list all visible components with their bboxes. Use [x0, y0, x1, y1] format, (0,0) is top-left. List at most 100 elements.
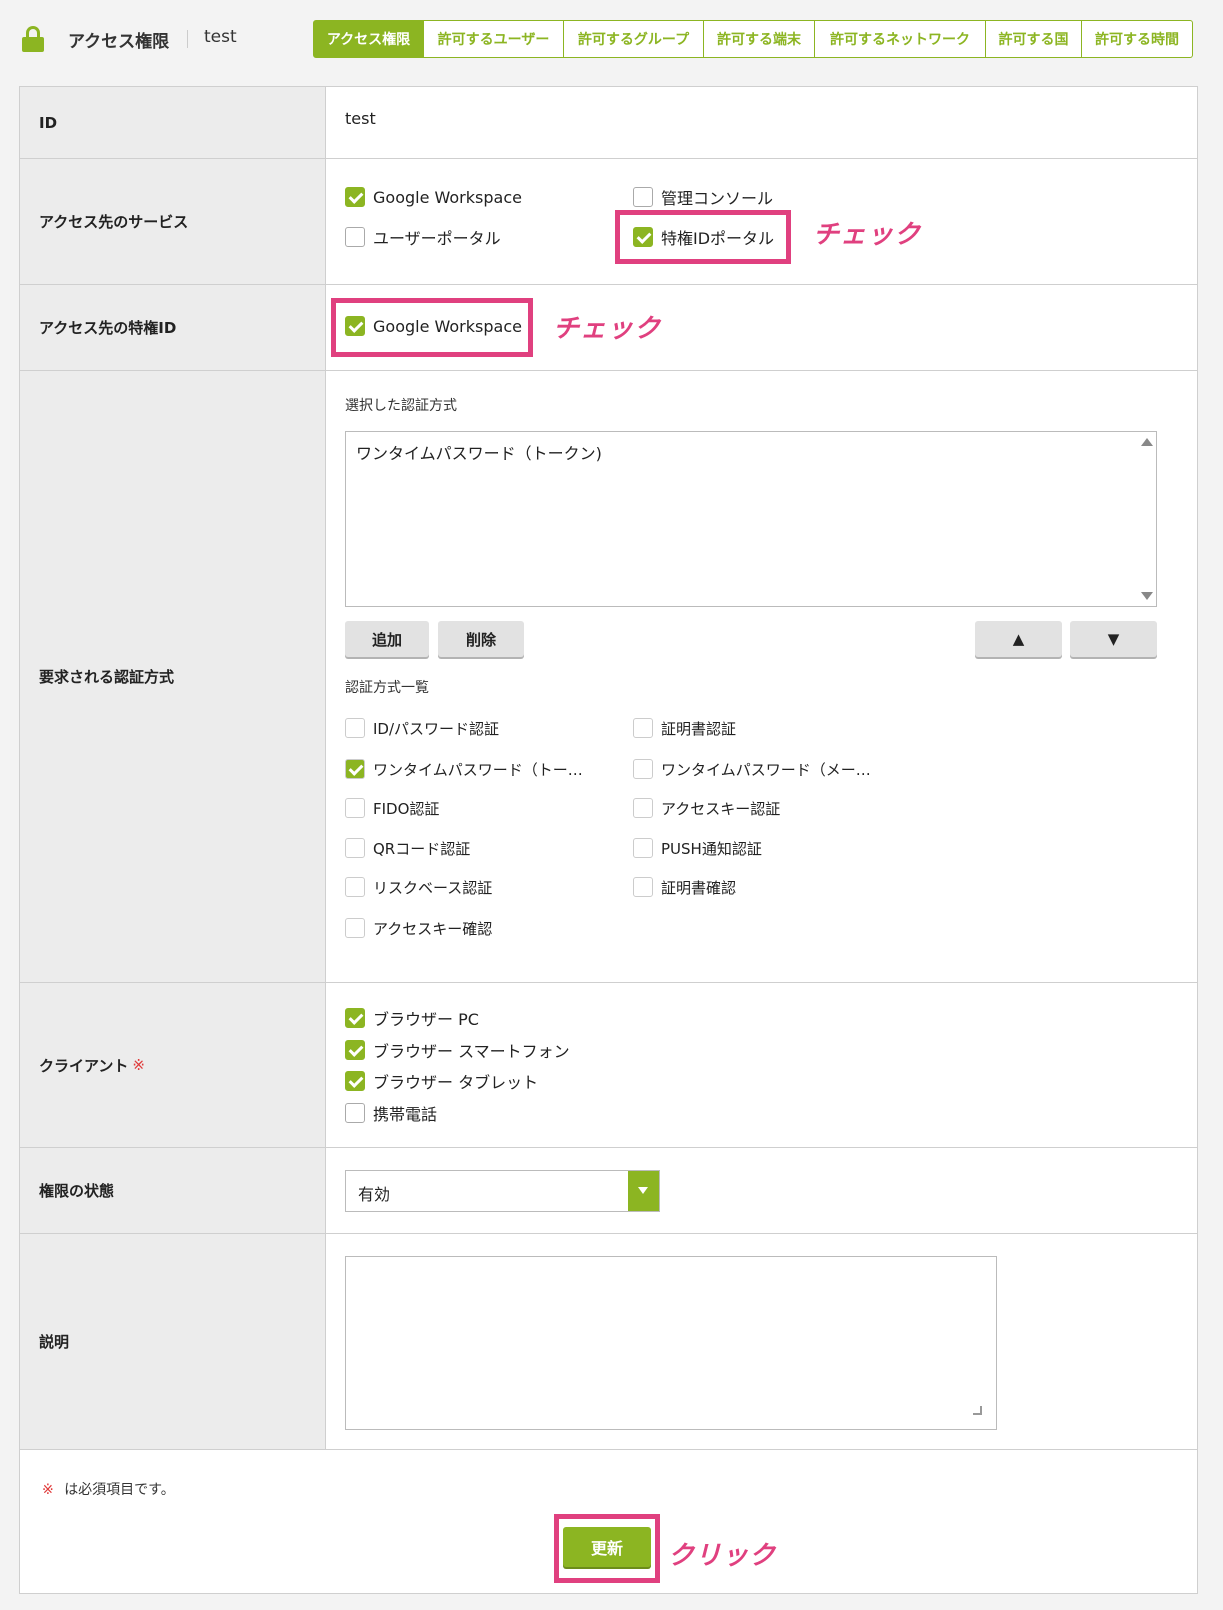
id-value: test: [345, 109, 376, 128]
checkbox-label: アクセスキー認証: [661, 799, 781, 818]
required-note: ※ は必須項目です。: [42, 1479, 175, 1499]
checkbox-label: Google Workspace: [373, 187, 522, 207]
checkbox-unchecked: [345, 877, 365, 897]
client-label: クライアント: [39, 1056, 129, 1075]
checkbox-label: 携帯電話: [373, 1105, 438, 1124]
status-select[interactable]: 有効: [345, 1170, 660, 1212]
tab-allowed-users[interactable]: 許可するユーザー: [424, 20, 564, 58]
method-checkbox[interactable]: アクセスキー認証: [633, 797, 780, 819]
add-button[interactable]: 追加: [345, 621, 429, 657]
methods-list-label: 認証方式一覧: [345, 680, 429, 696]
row-id: ID test: [20, 87, 1197, 159]
annotation-click: クリック: [668, 1541, 777, 1571]
checkbox-label: 証明書確認: [661, 878, 737, 897]
move-down-button[interactable]: ▼: [1070, 621, 1157, 657]
checkbox-label: ワンタイムパスワード（メー…: [661, 760, 871, 779]
checkbox-label: ブラウザー スマートフォン: [373, 1042, 570, 1061]
method-checkbox[interactable]: 証明書認証: [633, 717, 736, 739]
checkbox-label: ユーザーポータル: [373, 229, 501, 248]
client-mobile-phone-checkbox[interactable]: 携帯電話: [345, 1102, 437, 1124]
method-checkbox[interactable]: ID/パスワード認証: [345, 717, 499, 739]
checkbox-unchecked: [345, 838, 365, 858]
row-label: クライアント ※: [20, 983, 326, 1147]
checkbox-label: QRコード認証: [373, 839, 471, 858]
checkbox-label: 証明書認証: [661, 719, 737, 738]
service-admin-console-checkbox[interactable]: 管理コンソール: [633, 186, 773, 208]
checkbox-label: 管理コンソール: [661, 189, 774, 208]
highlight-box: [331, 298, 533, 357]
row-description: 説明: [20, 1234, 1197, 1450]
tab-allowed-groups[interactable]: 許可するグループ: [564, 20, 704, 58]
client-browser-tablet-checkbox[interactable]: ブラウザー タブレット: [345, 1070, 538, 1092]
chevron-down-icon[interactable]: [628, 1171, 659, 1211]
scroll-down-icon[interactable]: [1141, 592, 1153, 600]
method-checkbox[interactable]: ワンタイムパスワード（トー…: [345, 758, 583, 780]
checkbox-label: アクセスキー確認: [373, 919, 493, 938]
checkbox-unchecked: [633, 877, 653, 897]
annotation-check: チェック: [813, 220, 922, 250]
checkbox-checked: [345, 1040, 365, 1060]
checkbox-unchecked: [633, 718, 653, 738]
row-status: 権限の状態 有効: [20, 1148, 1197, 1234]
client-browser-smartphone-checkbox[interactable]: ブラウザー スマートフォン: [345, 1039, 570, 1061]
method-checkbox[interactable]: リスクベース認証: [345, 876, 492, 898]
description-textarea[interactable]: [345, 1256, 997, 1430]
service-google-workspace-checkbox[interactable]: Google Workspace: [345, 186, 522, 208]
list-item[interactable]: ワンタイムパスワード（トークン): [356, 440, 602, 464]
row-label: 権限の状態: [20, 1148, 326, 1233]
delete-button[interactable]: 削除: [438, 621, 524, 657]
method-checkbox[interactable]: 証明書確認: [633, 876, 736, 898]
checkbox-label: PUSH通知認証: [661, 839, 762, 858]
row-label: アクセス先の特権ID: [20, 285, 326, 370]
method-checkbox[interactable]: FIDO認証: [345, 797, 439, 819]
tab-allowed-devices[interactable]: 許可する端末: [704, 20, 815, 58]
checkbox-checked: [345, 1008, 365, 1028]
required-mark: ※: [42, 1482, 54, 1498]
checkbox-label: FIDO認証: [373, 799, 440, 818]
update-button[interactable]: 更新: [563, 1527, 651, 1567]
checkbox-unchecked: [345, 798, 365, 818]
tab-access-permission[interactable]: アクセス権限: [313, 20, 424, 58]
checkbox-unchecked: [345, 227, 365, 247]
checkbox-label: ブラウザー タブレット: [373, 1073, 539, 1092]
tab-bar: アクセス権限 許可するユーザー 許可するグループ 許可する端末 許可するネットワ…: [313, 20, 1193, 58]
service-user-portal-checkbox[interactable]: ユーザーポータル: [345, 226, 501, 248]
tab-allowed-networks[interactable]: 許可するネットワーク: [815, 20, 986, 58]
row-label: 要求される認証方式: [20, 371, 326, 982]
method-checkbox[interactable]: PUSH通知認証: [633, 837, 762, 859]
row-label: アクセス先のサービス: [20, 159, 326, 284]
method-checkbox[interactable]: QRコード認証: [345, 837, 470, 859]
annotation-check: チェック: [553, 314, 662, 344]
checkbox-label: ID/パスワード認証: [373, 719, 500, 738]
title-divider: [187, 30, 188, 48]
row-client: クライアント ※ ブラウザー PC ブラウザー スマートフォン ブラウザー タブ…: [20, 983, 1197, 1148]
tab-allowed-countries[interactable]: 許可する国: [986, 20, 1082, 58]
required-mark: ※: [132, 1056, 145, 1074]
checkbox-unchecked: [633, 838, 653, 858]
row-auth-methods: 要求される認証方式 選択した認証方式 ワンタイムパスワード（トークン) 追加 削…: [20, 371, 1197, 983]
checkbox-checked: [345, 187, 365, 207]
page-header: アクセス権限 test アクセス権限 許可するユーザー 許可するグループ 許可す…: [0, 0, 1223, 80]
tab-allowed-times[interactable]: 許可する時間: [1082, 20, 1193, 58]
row-label: ID: [20, 87, 326, 158]
record-id: test: [204, 27, 237, 47]
checkbox-unchecked: [345, 918, 365, 938]
checkbox-label: リスクベース認証: [373, 878, 493, 897]
checkbox-unchecked: [633, 759, 653, 779]
required-note-text: は必須項目です。: [64, 1482, 175, 1498]
method-checkbox[interactable]: ワンタイムパスワード（メー…: [633, 758, 871, 780]
highlight-box: [615, 210, 791, 264]
checkbox-checked: [345, 759, 365, 779]
move-up-button[interactable]: ▲: [975, 621, 1062, 657]
row-label: 説明: [20, 1234, 326, 1449]
selected-methods-listbox[interactable]: ワンタイムパスワード（トークン): [345, 431, 1157, 607]
checkbox-checked: [345, 1071, 365, 1091]
client-browser-pc-checkbox[interactable]: ブラウザー PC: [345, 1007, 479, 1029]
scroll-up-icon[interactable]: [1141, 438, 1153, 446]
checkbox-unchecked: [345, 1103, 365, 1123]
checkbox-label: ワンタイムパスワード（トー…: [373, 760, 583, 779]
checkbox-unchecked: [633, 187, 653, 207]
lock-icon: [22, 26, 44, 52]
selected-methods-label: 選択した認証方式: [345, 398, 457, 414]
method-checkbox[interactable]: アクセスキー確認: [345, 917, 492, 939]
